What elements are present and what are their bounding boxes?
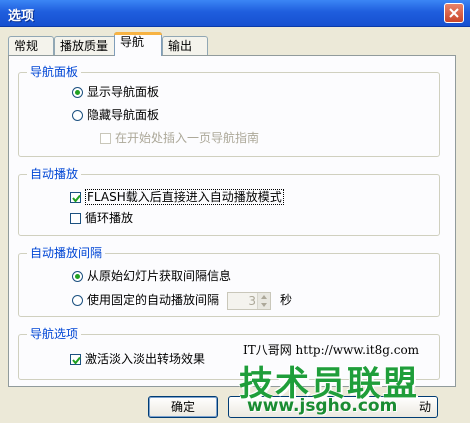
radio-button[interactable] (72, 87, 83, 98)
checkbox[interactable] (70, 213, 81, 224)
tab-output[interactable]: 输出 (162, 36, 208, 55)
window-title: 选项 (8, 9, 35, 24)
ok-button-label: 确定 (170, 400, 195, 414)
tab-navigation[interactable]: 导航 (114, 32, 162, 56)
checkbox-flash-autoplay[interactable]: FLASH载入后直接进入自动播放模式 (70, 189, 284, 205)
radio-button[interactable] (72, 271, 83, 282)
checkmark-icon (72, 356, 81, 365)
tab-label: 输出 (168, 39, 193, 53)
spinner-down-button[interactable] (257, 301, 270, 309)
ok-button[interactable]: 确定 (148, 396, 218, 418)
checkbox-fade-transition[interactable]: 激活淡入淡出转场效果 (70, 351, 205, 367)
radio-label: 显示导航面板 (87, 85, 160, 99)
radio-interval-from-original[interactable]: 从原始幻灯片获取间隔信息 (72, 268, 231, 284)
checkbox-label: FLASH载入后直接进入自动播放模式 (85, 189, 284, 205)
watermark-url: www.jsgho.com (247, 396, 398, 416)
seconds-value: 3 (248, 294, 256, 308)
group-title-autoplay: 自动播放 (27, 167, 82, 181)
checkbox-label: 在开始处插入一页导航指南 (115, 131, 260, 145)
close-icon (449, 8, 459, 18)
radio-show-nav-panel[interactable]: 显示导航面板 (72, 84, 159, 100)
seconds-spinner[interactable]: 3 (227, 292, 271, 310)
radio-hide-nav-panel[interactable]: 隐藏导航面板 (72, 107, 159, 123)
tab-general[interactable]: 常规 (8, 36, 54, 55)
title-bar: 选项 (0, 0, 470, 27)
group-title-nav-panel: 导航面板 (27, 65, 82, 79)
tab-label: 导航 (120, 35, 145, 49)
radio-label: 隐藏导航面板 (87, 108, 160, 122)
tab-playback-quality[interactable]: 播放质量 (54, 36, 122, 55)
radio-button[interactable] (72, 110, 83, 121)
checkbox[interactable] (70, 354, 81, 365)
radio-label: 使用固定的自动播放间隔 (87, 293, 220, 307)
group-title-interval: 自动播放间隔 (27, 246, 106, 260)
checkbox-label: 激活淡入淡出转场效果 (85, 352, 206, 366)
checkbox[interactable] (70, 192, 81, 203)
checkbox-loop-playback[interactable]: 循环播放 (70, 210, 133, 226)
radio-fixed-interval[interactable]: 使用固定的自动播放间隔 (72, 292, 219, 308)
tab-label: 播放质量 (60, 39, 109, 53)
partial-button-label: 动 (418, 400, 431, 414)
radio-label: 从原始幻灯片获取间隔信息 (87, 269, 232, 283)
group-title-nav-options: 导航选项 (27, 327, 82, 341)
chevron-down-icon (261, 303, 267, 307)
checkbox[interactable] (100, 133, 111, 144)
checkbox-label: 循环播放 (85, 211, 134, 225)
group-autoplay: 自动播放 (18, 167, 440, 236)
checkmark-icon (72, 194, 81, 203)
seconds-unit: 秒 (280, 293, 293, 307)
checkbox-insert-nav-guide[interactable]: 在开始处插入一页导航指南 (100, 130, 259, 146)
close-button[interactable] (444, 3, 464, 23)
chevron-up-icon (261, 295, 267, 299)
radio-button[interactable] (72, 295, 83, 306)
tab-label: 常规 (14, 39, 39, 53)
